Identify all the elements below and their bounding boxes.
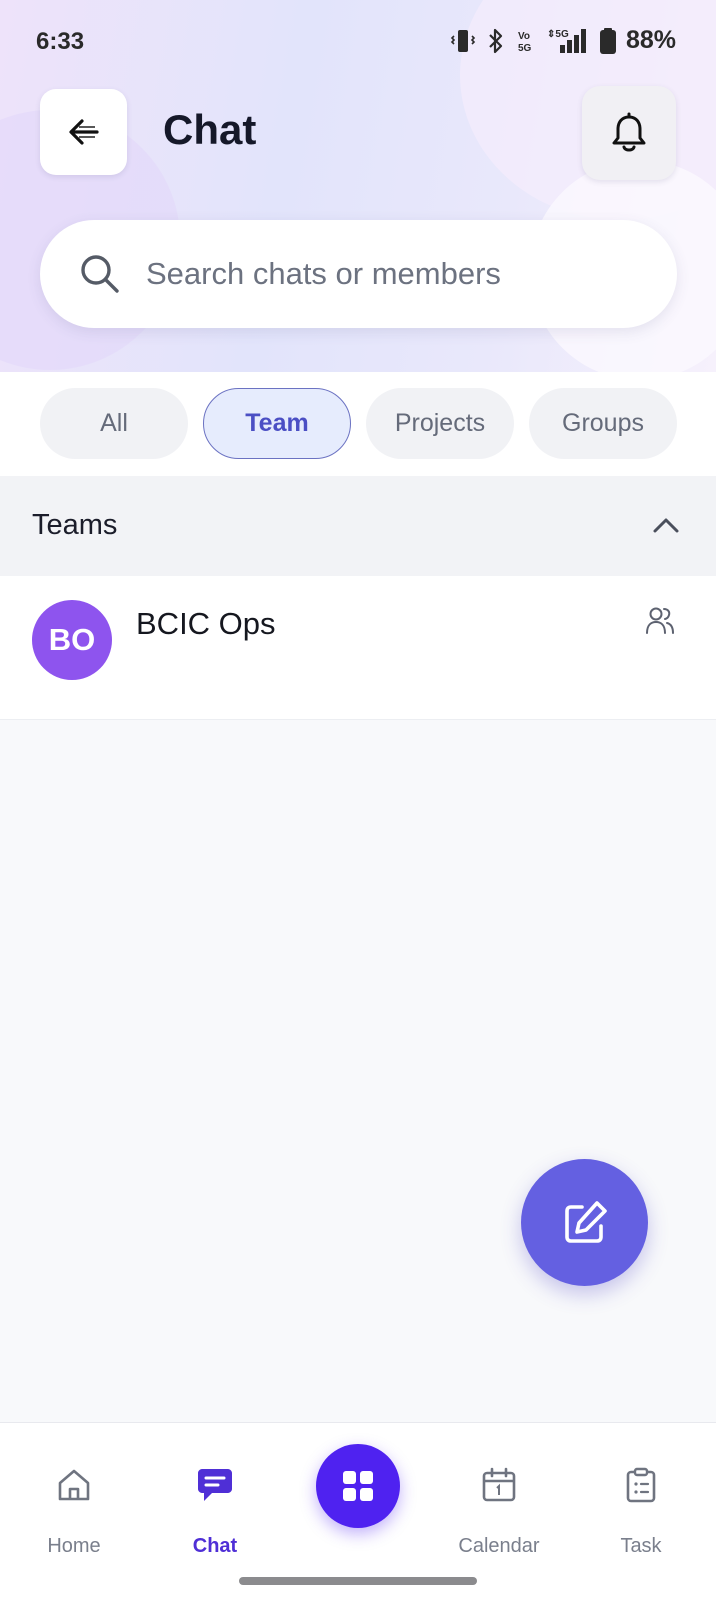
nav-label-calendar: Calendar <box>458 1535 540 1557</box>
nav-center-button[interactable] <box>316 1444 400 1528</box>
search-input[interactable] <box>146 220 646 328</box>
svg-text:5G: 5G <box>518 43 532 54</box>
filter-chip-team[interactable]: Team <box>203 388 351 459</box>
avatar: BO <box>32 600 112 680</box>
nav-label-home: Home <box>47 1535 101 1557</box>
nav-item-task[interactable]: Task <box>581 1423 701 1600</box>
members-icon <box>646 607 674 634</box>
teams-section-header[interactable]: Teams <box>0 476 716 576</box>
back-button[interactable] <box>40 89 127 175</box>
filter-chip-all[interactable]: All <box>40 388 188 459</box>
svg-text:⇕5G: ⇕5G <box>547 29 569 40</box>
new-chat-button[interactable] <box>521 1159 648 1286</box>
vibrate-icon <box>450 29 476 52</box>
grid-icon <box>343 1471 373 1501</box>
arrow-left-icon <box>68 119 99 145</box>
status-time: 6:33 <box>36 28 85 55</box>
notifications-button[interactable] <box>582 86 676 180</box>
section-title: Teams <box>32 509 118 541</box>
battery-icon <box>599 27 616 54</box>
battery-percentage: 88% <box>625 26 676 54</box>
clipboard-icon <box>621 1465 661 1505</box>
page-title: Chat <box>163 106 257 153</box>
bell-icon <box>612 112 646 152</box>
calendar-icon <box>479 1465 519 1505</box>
status-icons: Vo 5G ⇕5G 88% <box>450 26 676 55</box>
bluetooth-icon <box>489 28 503 53</box>
filter-chip-projects[interactable]: Projects <box>366 388 514 459</box>
chat-name: BCIC Ops <box>136 606 276 641</box>
search-bar[interactable] <box>40 220 677 328</box>
volte-icon: Vo 5G <box>518 31 532 54</box>
nav-item-home[interactable]: Home <box>14 1423 134 1600</box>
chat-icon <box>195 1465 235 1505</box>
status-bar: 6:33 Vo 5G ⇕5G 88% <box>0 0 716 82</box>
svg-text:Vo: Vo <box>518 31 530 42</box>
search-icon <box>81 255 119 293</box>
home-indicator[interactable] <box>239 1577 477 1585</box>
nav-item-calendar[interactable]: Calendar <box>439 1423 559 1600</box>
nav-item-chat[interactable]: Chat <box>155 1423 275 1600</box>
chat-list-item[interactable]: BO BCIC Ops <box>0 576 716 720</box>
nav-label-chat: Chat <box>192 1535 238 1557</box>
edit-icon <box>564 1200 607 1243</box>
home-icon <box>54 1465 94 1505</box>
nav-label-task: Task <box>620 1535 662 1557</box>
signal-5g-icon: ⇕5G <box>547 28 586 53</box>
filter-chip-groups[interactable]: Groups <box>529 388 677 459</box>
chevron-up-icon[interactable] <box>652 514 680 536</box>
